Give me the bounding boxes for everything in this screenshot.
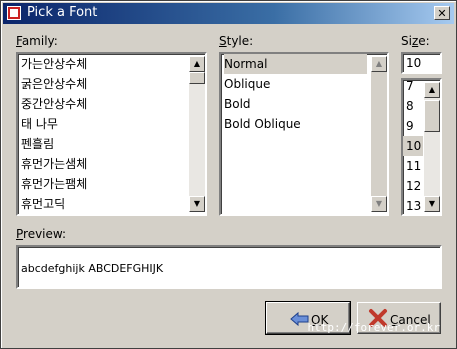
preview-text: abcdefghijk ABCDEFGHIJK: [21, 262, 164, 275]
style-label: Style:: [219, 34, 254, 48]
family-list-item[interactable]: 펜흘림: [21, 134, 185, 154]
style-list-item[interactable]: Bold: [224, 94, 367, 114]
close-icon: ✕: [437, 7, 447, 20]
size-input[interactable]: 10: [401, 52, 442, 74]
style-scrollbar[interactable]: ▲ ▼: [371, 56, 387, 212]
style-list-item[interactable]: Oblique: [224, 74, 367, 94]
size-list-item[interactable]: 11: [403, 156, 423, 176]
family-list-item[interactable]: 태 나무: [21, 114, 185, 134]
arrow-down-icon: ▼: [428, 199, 436, 208]
style-list-item[interactable]: Normal: [224, 54, 367, 74]
arrow-up-icon: ▲: [193, 59, 201, 68]
scroll-up-button[interactable]: ▲: [189, 56, 205, 72]
size-list-item[interactable]: 12: [403, 176, 423, 196]
scroll-down-button[interactable]: ▼: [189, 196, 205, 212]
scroll-up-button[interactable]: ▲: [424, 82, 440, 98]
arrow-up-icon: ▲: [375, 59, 383, 68]
family-list-item[interactable]: 중간안상수체: [21, 94, 185, 114]
size-list-item[interactable]: 9: [403, 116, 423, 136]
scroll-thumb[interactable]: [189, 72, 205, 84]
style-list[interactable]: Normal Oblique Bold Bold Oblique ▲ ▼: [219, 52, 389, 216]
size-list-item[interactable]: 13: [403, 196, 423, 216]
arrow-down-icon: ▼: [193, 199, 201, 208]
preview-box: abcdefghijk ABCDEFGHIJK: [16, 245, 442, 289]
family-scrollbar[interactable]: ▲ ▼: [189, 56, 205, 212]
scroll-up-button[interactable]: ▲: [371, 56, 387, 72]
app-icon: [7, 6, 21, 20]
family-list-item[interactable]: 휴먼가는팸체: [21, 174, 185, 194]
size-scrollbar[interactable]: ▲ ▼: [424, 82, 440, 212]
size-label: Size:: [401, 34, 430, 48]
scroll-down-button[interactable]: ▼: [424, 196, 440, 212]
family-list-item[interactable]: 휴먼고딕: [21, 194, 185, 214]
font-dialog: Pick a Font ✕ Family: 가는안상수체 굵은안상수체 중간안상수체…: [0, 0, 457, 349]
family-list-item[interactable]: 가는안상수체: [21, 54, 185, 74]
family-list-item[interactable]: 휴먼가는샘체: [21, 154, 185, 174]
close-button[interactable]: ✕: [434, 6, 450, 20]
arrow-up-icon: ▲: [428, 85, 436, 94]
family-label: Family:: [16, 34, 58, 48]
scroll-down-button[interactable]: ▼: [371, 196, 387, 212]
family-list[interactable]: 가는안상수체 굵은안상수체 중간안상수체 태 나무 펜흘림 휴먼가는샘체 휴먼가는팸체 휴먼고…: [16, 52, 207, 216]
size-list[interactable]: 7 8 9 10 11 12 13 ▲ ▼: [401, 78, 442, 216]
scroll-thumb[interactable]: [424, 100, 440, 132]
size-value: 10: [406, 56, 422, 70]
size-list-item[interactable]: 10: [403, 136, 423, 156]
window-title: Pick a Font: [27, 5, 98, 20]
style-list-item[interactable]: Bold Oblique: [224, 114, 367, 134]
preview-label: Preview:: [16, 227, 67, 241]
family-list-item[interactable]: 굵은안상수체: [21, 74, 185, 94]
title-bar[interactable]: Pick a Font ✕: [3, 3, 454, 24]
size-list-item[interactable]: 8: [403, 96, 423, 116]
arrow-down-icon: ▼: [375, 199, 383, 208]
size-list-item[interactable]: 7: [403, 76, 423, 96]
watermark-text: http://forever.or.kr: [307, 321, 440, 334]
